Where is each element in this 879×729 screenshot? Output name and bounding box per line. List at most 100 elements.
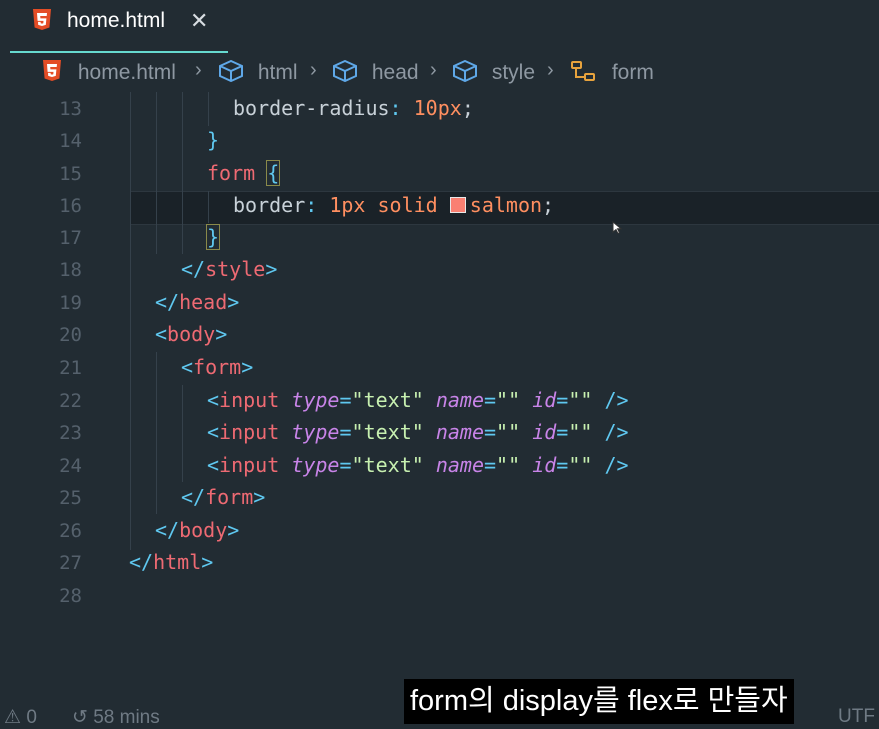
attr-value: "" [568, 420, 593, 444]
cube-icon [218, 59, 244, 84]
attr-value: "" [568, 388, 593, 412]
colon: : [305, 193, 318, 217]
attr-eq: = [556, 388, 569, 412]
attr-name: type [291, 388, 340, 412]
breadcrumb-separator: › [430, 59, 437, 81]
line-number: 17 [59, 227, 82, 249]
semicolon: ; [542, 193, 555, 217]
breadcrumb-item-style[interactable]: style [452, 59, 536, 85]
open-brace: { [266, 160, 281, 186]
tag-bracket: > [265, 257, 278, 281]
code-line-21: 21 <form> [0, 353, 879, 385]
attr-eq: = [339, 388, 352, 412]
tag-name: style [205, 257, 266, 281]
attr-name: type [291, 420, 340, 444]
css-selector-icon [570, 61, 598, 84]
tab-title: home.html [67, 9, 166, 32]
video-subtitle: form의 display를 flex로 만들자 [404, 679, 794, 724]
tab-home-html[interactable]: home.html ✕ [10, 0, 228, 53]
breadcrumb-item-form[interactable]: form [570, 60, 654, 85]
attr-name: name [435, 420, 484, 444]
close-icon[interactable]: ✕ [190, 8, 208, 34]
breadcrumb-item-html[interactable]: html [218, 59, 298, 85]
tag-name: input [219, 388, 280, 412]
tag-bracket: > [215, 322, 228, 346]
colon: : [389, 96, 402, 120]
code-line-15: 15 form { [0, 159, 879, 191]
tag-bracket: > [227, 290, 240, 314]
encoding-indicator[interactable]: UTF [838, 706, 875, 728]
line-number: 25 [59, 487, 82, 509]
attr-value: "" [568, 453, 593, 477]
mouse-cursor-icon [612, 220, 623, 240]
tag-bracket: < [207, 453, 220, 477]
tag-bracket: < [181, 355, 194, 379]
code-editor[interactable]: 13 border-radius: 10px; 14 } 15 form { 1… [0, 92, 879, 682]
semicolon: ; [461, 96, 474, 120]
line-number: 18 [59, 259, 82, 281]
line-number: 27 [59, 552, 82, 574]
tag-bracket: < [155, 322, 168, 346]
line-number: 13 [59, 98, 82, 120]
breadcrumb-separator: › [547, 59, 554, 81]
code-line-19: 19 </head> [0, 288, 879, 320]
attr-name: name [435, 453, 484, 477]
code-line-22: 22 <input type="text" name="" id="" /> [0, 386, 879, 418]
tag-bracket: < [207, 420, 220, 444]
tag-bracket: </ [155, 518, 180, 542]
problems-indicator[interactable]: ⚠ 0 [4, 706, 37, 729]
tag-bracket: > [201, 550, 214, 574]
tag-name: form [205, 485, 254, 509]
line-number: 15 [59, 163, 82, 185]
attr-eq: = [484, 420, 497, 444]
tag-name: input [219, 420, 280, 444]
attr-eq: = [556, 420, 569, 444]
css-property: border-radius [233, 96, 390, 120]
tag-bracket: /> [604, 453, 629, 477]
problems-count: 0 [26, 707, 37, 728]
tag-bracket: < [207, 388, 220, 412]
tag-name: body [179, 518, 228, 542]
tag-bracket: > [227, 518, 240, 542]
tag-bracket: /> [604, 420, 629, 444]
attr-name: id [532, 453, 557, 477]
attr-name: id [532, 388, 557, 412]
attr-eq: = [339, 420, 352, 444]
line-number: 23 [59, 422, 82, 444]
code-line-14: 14 } [0, 126, 879, 158]
attr-value: "text" [351, 388, 424, 412]
attr-value: "text" [351, 453, 424, 477]
time-tracker[interactable]: ↺ 58 mins [72, 706, 160, 729]
breadcrumb-separator: › [195, 59, 202, 81]
tag-bracket: </ [181, 485, 206, 509]
tab-bar: home.html ✕ [0, 0, 879, 53]
breadcrumb-item-head[interactable]: head [332, 59, 419, 85]
cube-icon [332, 59, 358, 84]
line-number: 22 [59, 390, 82, 412]
line-number: 19 [59, 292, 82, 314]
css-property: border [233, 193, 306, 217]
attr-eq: = [484, 388, 497, 412]
breadcrumb-label: form [611, 61, 654, 84]
line-number: 26 [59, 520, 82, 542]
tag-name: html [153, 550, 202, 574]
breadcrumb-item-file[interactable]: home.html [42, 60, 176, 85]
html5-icon [42, 60, 62, 84]
color-swatch[interactable] [449, 197, 466, 213]
close-brace: } [205, 224, 221, 250]
code-line-18: 18 </style> [0, 255, 879, 287]
css-selector: form [207, 161, 256, 185]
breadcrumb-label: style [491, 61, 536, 84]
css-value: salmon [469, 193, 543, 217]
warning-icon: ⚠ [4, 707, 22, 728]
tag-name: input [219, 453, 280, 477]
html5-icon [32, 9, 52, 36]
tag-bracket: > [241, 355, 254, 379]
line-number: 14 [59, 130, 82, 152]
tag-name: form [193, 355, 242, 379]
attr-name: id [532, 420, 557, 444]
attr-name: type [291, 453, 340, 477]
attr-value: "text" [351, 420, 424, 444]
breadcrumb-label: html [257, 61, 298, 84]
attr-name: name [435, 388, 484, 412]
